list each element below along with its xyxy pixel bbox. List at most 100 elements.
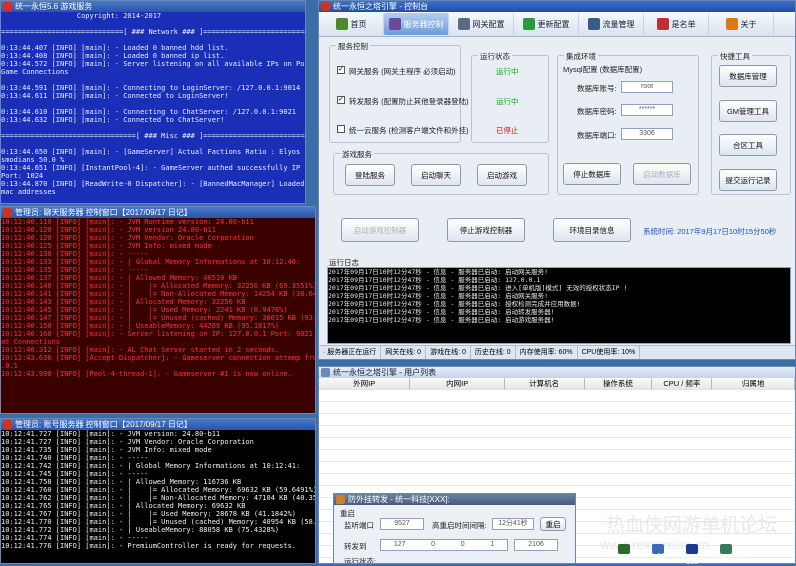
console-line: 10:12:43.636 [INFO] [Accept Dispatcher]:… (1, 354, 315, 362)
console-line: .0.1 (1, 362, 18, 370)
console-line: 0:13:44.632 [INFO] [main]: - Connected t… (1, 116, 225, 124)
console-line: 10:12:41.742 [INFO] [main]: - | Global M… (1, 462, 301, 470)
login-server-title: 管理员: 账号服务器 控制窗口【2017/09/17 日记】 (15, 420, 192, 429)
column-header[interactable]: 操作系统 (585, 378, 653, 390)
console-line: 10:12:40.120 [INFO] [main]: - JVM versio… (1, 226, 216, 234)
tab-0[interactable]: 首页 (319, 13, 384, 35)
service-checkbox-forward[interactable]: ✓ (337, 96, 345, 104)
control-panel-titlebar[interactable]: 统一永恒之塔引擎 - 控制台 (319, 1, 795, 12)
console-line: Copyright: 2014-2017 (1, 12, 162, 20)
console-icon (3, 2, 12, 11)
run-log[interactable]: 2017年09月17日10时12分47秒 - 信息 - 服务器已启动: 启动网关… (327, 267, 791, 344)
status-bar-item: 网关在线: 0 (381, 346, 427, 359)
column-header[interactable]: 外网IP (319, 378, 411, 390)
forward-dialog: 防外挂转发 - 统一科技[XXX]: 重启 监听端口 9527 高重启时间间隔:… (333, 493, 576, 564)
chat-server-titlebar[interactable]: 管理员: 聊天服务器 控制窗口【2017/09/17 日记】 (1, 207, 315, 218)
console-line: ================================[ ### Mi… (1, 132, 305, 140)
forward-section: 重启 (340, 509, 355, 518)
console-line: =============================[ ### Netwo… (1, 28, 305, 36)
console-line: 0:13:44.610 [INFO] [main]: - Connecting … (1, 108, 297, 116)
merge-tool-button[interactable]: 合区工具 (719, 134, 777, 156)
info-icon (725, 18, 738, 30)
stop-db-button[interactable]: 停止数据库 (563, 163, 621, 185)
status-forward: 运行中 (496, 97, 519, 106)
forward-port-input[interactable]: 2106 (514, 539, 558, 551)
tab-3[interactable]: 更新配置 (514, 13, 579, 35)
tab-label: 服务器控制 (403, 19, 444, 29)
db-pass-input[interactable]: ****** (621, 104, 673, 116)
forward-ip-input[interactable]: 127 0 0 1 (380, 539, 508, 551)
dock-item[interactable]: Dreamweaver (712, 544, 749, 564)
tab-label: 是名单 (671, 19, 696, 29)
tab-label: 首页 (350, 19, 367, 29)
app-icon (720, 544, 732, 554)
desktop-dock: SecureCRT WinSCP Photoshop CS6 Dreamweaver (610, 544, 749, 566)
column-header[interactable]: 归属地 (712, 378, 795, 390)
status-cloud: 已停止 (496, 126, 519, 135)
service-checkbox-gateway[interactable]: ✓ (337, 66, 345, 74)
ip-octet-1: 127 (393, 541, 406, 548)
dock-label: WinSCP (646, 554, 670, 560)
tab-2[interactable]: 网关配置 (449, 13, 514, 35)
list-check-icon (656, 18, 669, 30)
service-label-cloud: 统一云服务 (检测客户端文件和外挂) (349, 126, 469, 135)
chat-server-console[interactable]: 10:12:40.110 [INFO] [main]: - JVM Runtim… (1, 218, 315, 413)
system-time-label: 系统时间: (643, 227, 678, 236)
column-header[interactable]: 计算机名 (505, 378, 585, 390)
service-label-gateway: 网关服务 (网关主程序 必须启动) (349, 67, 456, 76)
listen-port-input[interactable]: 9527 (380, 518, 424, 530)
column-header[interactable]: 内网IP (410, 378, 505, 390)
game-service-label: 游戏服务 (340, 149, 374, 160)
console-line: 10:12:40.137 [INFO] [main]: - | Allowed … (1, 274, 238, 282)
login-service-button[interactable]: 登陆服务 (345, 164, 395, 186)
dock-item[interactable]: Photoshop CS6 (678, 544, 707, 566)
console-icon (3, 420, 12, 429)
start-controller-button[interactable]: 启动游戏控制器 (341, 218, 419, 242)
env-info-button[interactable]: 环境目录信息 (553, 218, 631, 242)
start-db-button[interactable]: 启动数据库 (633, 163, 691, 185)
start-chat-button[interactable]: 启动聊天 (411, 164, 461, 186)
chat-server-window: 管理员: 聊天服务器 控制窗口【2017/09/17 日记】 10:12:40.… (0, 206, 316, 414)
tab-5[interactable]: 是名单 (644, 13, 709, 35)
login-server-titlebar[interactable]: 管理员: 账号服务器 控制窗口【2017/09/17 日记】 (1, 419, 315, 430)
console-line: 0:13:44.407 [INFO] [main]: - Loaded 0 ba… (1, 44, 229, 52)
console-line: 10:12:40.135 [INFO] [main]: - ----- (1, 266, 149, 274)
restart-button[interactable]: 重启 (540, 517, 566, 531)
interval-input[interactable]: 12分41秒 (492, 518, 534, 530)
user-list-titlebar[interactable]: 统一永恒之塔引擎 - 用户列表 (319, 367, 795, 378)
db-user-input[interactable]: root (621, 81, 673, 93)
db-port-label: 数据库端口: (577, 131, 617, 140)
submit-log-button[interactable]: 提交运行记录 (719, 169, 777, 191)
tab-1[interactable]: 服务器控制 (384, 13, 449, 35)
service-label-forward: 转发服务 (配置防止其他登录器登陆) (349, 97, 469, 106)
tab-6[interactable]: 关于 (709, 13, 774, 35)
column-header[interactable]: CPU / 频率 (652, 378, 713, 390)
dock-item[interactable]: SecureCRT (610, 544, 641, 564)
service-checkbox-cloud[interactable] (337, 125, 345, 133)
console-line: 10:12:41.727 [INFO] [main]: - JVM versio… (1, 430, 221, 438)
login-server-console[interactable]: 10:12:41.727 [INFO] [main]: - JVM versio… (1, 430, 315, 563)
gm-tool-button[interactable]: GM管理工具 (719, 100, 777, 122)
forward-titlebar[interactable]: 防外挂转发 - 统一科技[XXX]: (334, 494, 575, 505)
game-server-title: 统一永恒5.6 游戏服务 (15, 2, 93, 11)
game-server-titlebar[interactable]: 统一永恒5.6 游戏服务 (1, 1, 305, 12)
start-game-button[interactable]: 启动游戏 (477, 164, 527, 186)
game-server-console[interactable]: Copyright: 2014-2017 ====================… (1, 12, 305, 203)
forward-to-label: 转发到 (344, 542, 367, 551)
list-icon (587, 18, 600, 30)
console-line: 2017年09月17日10时12分47秒 - 信息 - 服务器已启动: 启动网关… (328, 292, 549, 300)
db-manager-button[interactable]: 数据库管理 (719, 65, 777, 87)
console-line: 10:12:41.770 [INFO] [main]: - | |= Unuse… (1, 518, 315, 526)
db-port-input[interactable]: 3306 (621, 128, 673, 140)
dock-item[interactable]: WinSCP (644, 544, 672, 564)
integration-label: 集成环境 (564, 51, 598, 62)
console-line: 10:12:40.130 [INFO] [main]: - ----- (1, 250, 149, 258)
gear-icon (457, 18, 470, 30)
ip-octet-4: 1 (490, 541, 495, 548)
tab-4[interactable]: 流量管理 (579, 13, 644, 35)
console-line: 10:12:41.760 [INFO] [main]: - | |= Alloc… (1, 486, 315, 494)
main-tabs: 首页 服务器控制 网关配置 更新配置 流量管理 是名单 关于 (319, 12, 795, 37)
stop-controller-button[interactable]: 停止游戏控制器 (447, 218, 525, 242)
